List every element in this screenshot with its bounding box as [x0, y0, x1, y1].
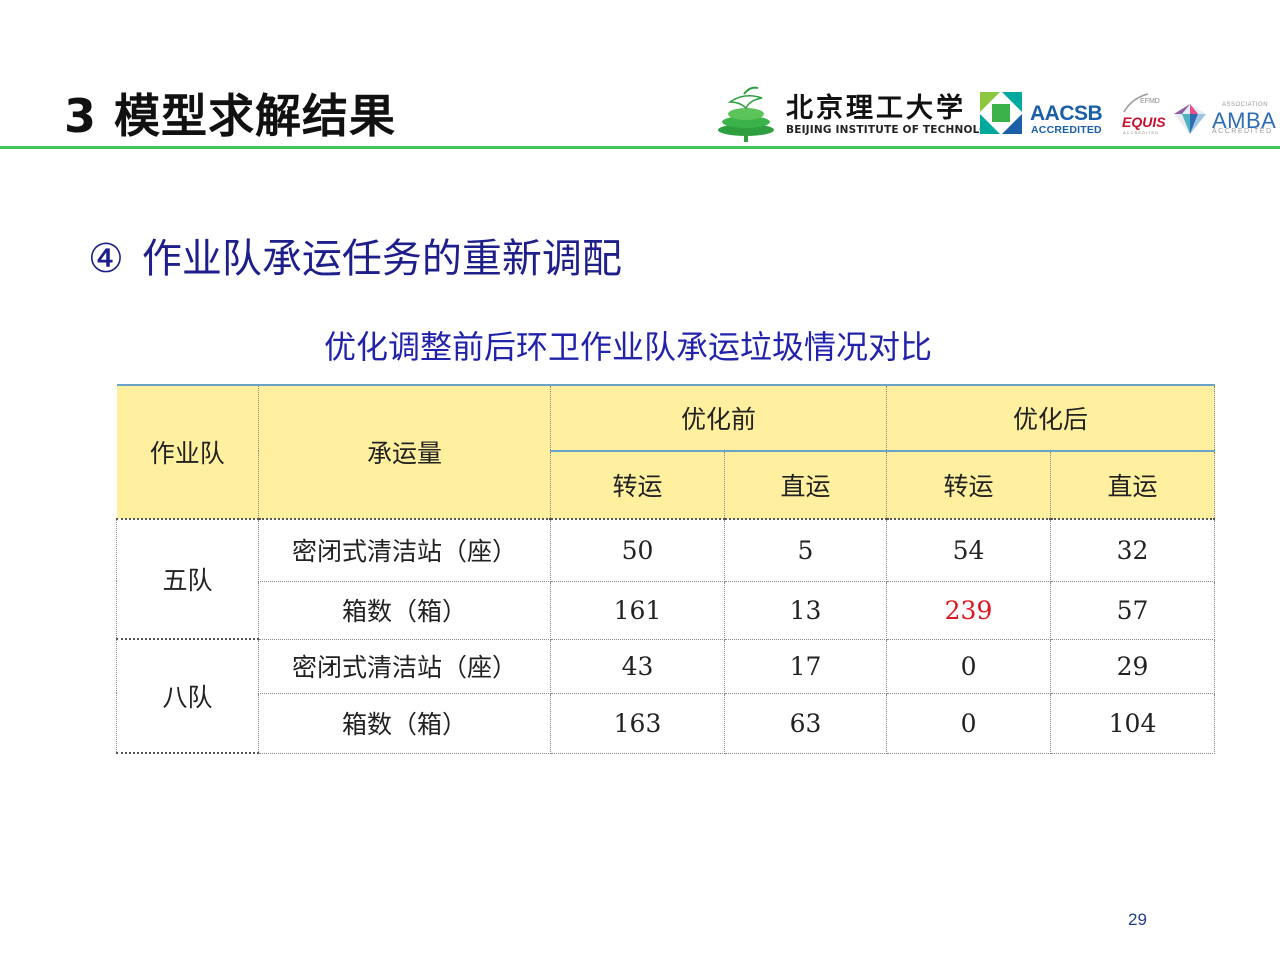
team-cell: 八队: [116, 639, 259, 754]
cell-after-direct: 104: [1050, 693, 1216, 754]
equis-label: EQUIS: [1122, 114, 1166, 130]
header-after: 优化后: [886, 384, 1216, 452]
section-heading-text: 作业队承运任务的重新调配: [141, 236, 622, 282]
efmd-label: EFMD: [1140, 98, 1160, 105]
row-label: 箱数（箱）: [258, 693, 551, 754]
header-before: 优化前: [550, 384, 888, 452]
cell-before-transfer: 161: [550, 581, 725, 640]
header-before-direct: 直运: [724, 451, 888, 520]
table-row: 箱数（箱） 161 13 239 57: [117, 581, 1216, 640]
section-heading: ④ 作业队承运任务的重新调配: [88, 226, 622, 284]
table-caption: 优化调整前后环卫作业队承运垃圾情况对比: [323, 328, 932, 366]
title-rule: [0, 146, 1280, 149]
header-team: 作业队: [116, 384, 259, 520]
bit-english-name: BEIJING INSTITUTE OF TECHNOLOGY: [786, 124, 1005, 136]
bit-chinese-name: 北京理工大学: [786, 93, 966, 124]
header-after-direct: 直运: [1050, 451, 1216, 520]
equis-sub-label: ACCREDITED: [1123, 130, 1160, 135]
table-row: 八队 密闭式清洁站（座） 43 17 0 29: [116, 639, 1216, 754]
cell-after-transfer: 0: [886, 639, 1052, 694]
cell-before-transfer: 43: [550, 639, 725, 694]
aacsb-label: AACSB: [1030, 102, 1103, 125]
cell-after-transfer: 0: [886, 693, 1052, 754]
cell-before-transfer: 163: [550, 693, 725, 754]
table-row: 箱数（箱） 163 63 0 104: [117, 693, 1216, 754]
comparison-table: 作业队 承运量 优化前 优化后 转运 直运 转运 直运 五队 密闭式清洁站（座）…: [116, 384, 1216, 754]
row-label: 密闭式清洁站（座）: [258, 519, 551, 582]
slide-title: 3 模型求解结果: [64, 89, 397, 143]
header-before-transfer: 转运: [550, 451, 725, 520]
bit-emblem-icon: [718, 86, 774, 142]
cell-after-direct: 32: [1050, 519, 1216, 582]
aacsb-sub-label: ACCREDITED: [1031, 124, 1102, 136]
logo-bar: 北京理工大学 BEIJING INSTITUTE OF TECHNOLOGY A…: [714, 84, 1280, 142]
aacsb-mark-icon: [980, 92, 1022, 134]
section-number: ④: [88, 236, 124, 282]
cell-before-direct: 13: [724, 581, 888, 640]
amba-sub-label: ACCREDITED: [1212, 128, 1273, 135]
cell-after-direct: 29: [1050, 639, 1216, 694]
cell-before-direct: 17: [724, 639, 888, 694]
row-label: 箱数（箱）: [258, 581, 551, 640]
amba-mark-icon: [1174, 104, 1206, 134]
cell-before-direct: 63: [724, 693, 888, 754]
header-after-transfer: 转运: [886, 451, 1052, 520]
table-row: 五队 密闭式清洁站（座） 50 5 54 32: [116, 519, 1216, 640]
team-cell: 五队: [116, 519, 259, 640]
cell-before-direct: 5: [724, 519, 888, 582]
cell-after-transfer-highlight: 239: [886, 581, 1052, 640]
cell-before-transfer: 50: [550, 519, 725, 582]
cell-after-transfer: 54: [886, 519, 1052, 582]
cell-after-direct: 57: [1050, 581, 1216, 640]
header-volume: 承运量: [258, 384, 551, 520]
row-label: 密闭式清洁站（座）: [258, 639, 551, 694]
page-number: 29: [1128, 910, 1147, 929]
